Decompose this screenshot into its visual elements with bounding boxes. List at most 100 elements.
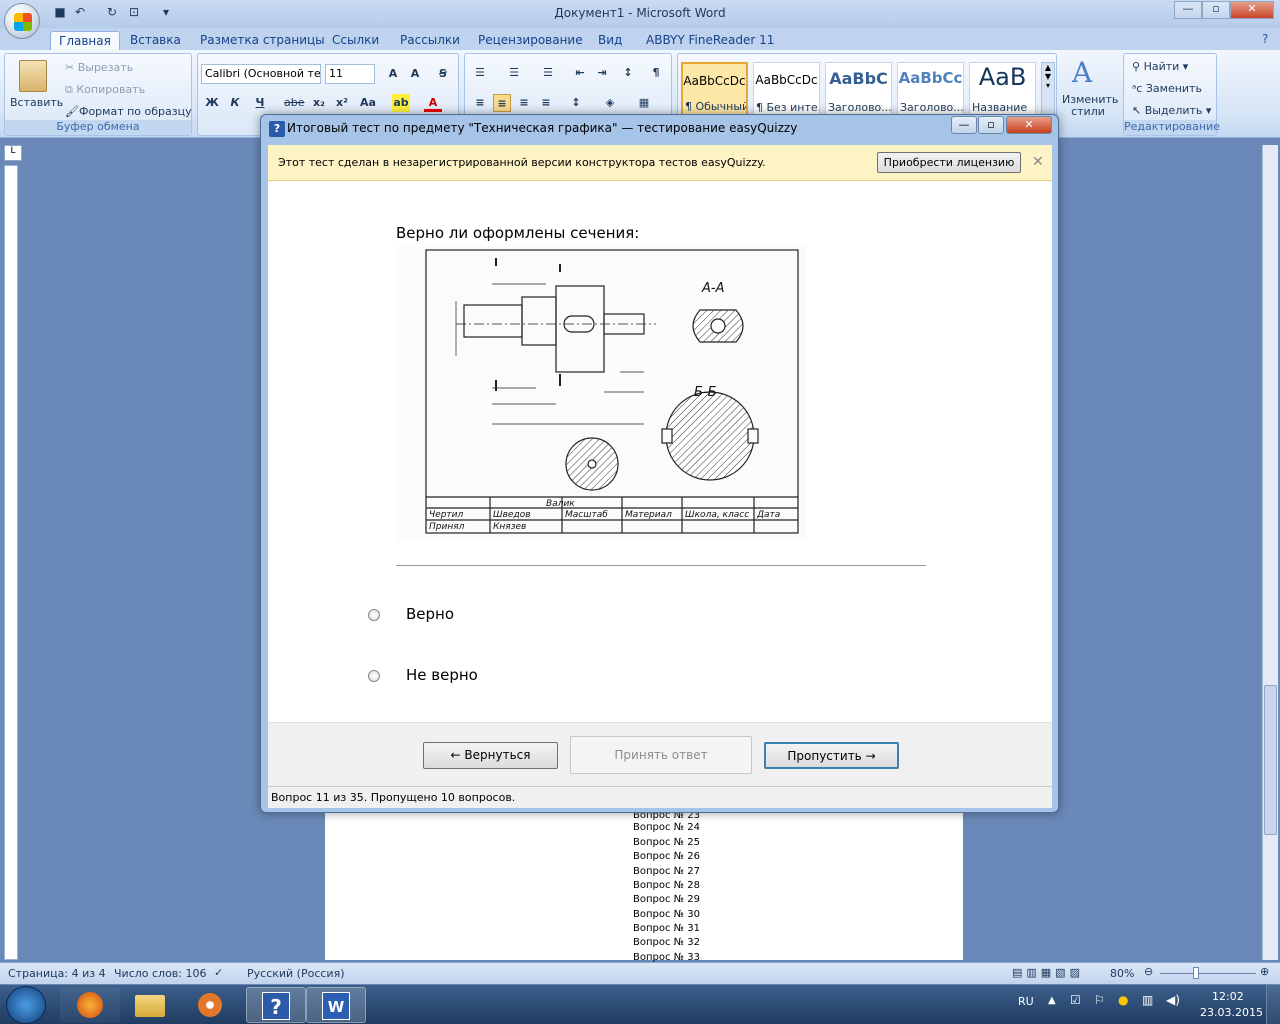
close-button[interactable]: ✕ xyxy=(1230,1,1274,19)
italic-icon[interactable]: К xyxy=(226,94,244,112)
highlight-icon[interactable]: ab xyxy=(392,94,410,112)
increase-indent-icon[interactable]: ⇥ xyxy=(593,64,611,82)
paste-button[interactable]: Вставить xyxy=(10,96,63,109)
tab-page-layout[interactable]: Разметка страницы xyxy=(192,31,333,50)
word-count[interactable]: Число слов: 106 xyxy=(114,967,207,980)
zoom-level[interactable]: 80% xyxy=(1110,967,1134,980)
accept-answer-button[interactable]: Принять ответ xyxy=(570,736,752,774)
align-left-icon[interactable]: ≡ xyxy=(471,94,489,112)
change-case-icon[interactable]: Aa xyxy=(359,94,377,112)
tab-mailings[interactable]: Рассылки xyxy=(392,31,468,50)
firefox-icon[interactable] xyxy=(60,987,120,1023)
explorer-icon[interactable] xyxy=(120,987,180,1023)
style-no-spacing[interactable]: AaBbCcDc ¶ Без инте... xyxy=(753,62,820,117)
tray-warning-icon[interactable]: ● xyxy=(1118,993,1128,1007)
tab-review[interactable]: Рецензирование xyxy=(470,31,591,50)
network-icon[interactable]: ▥ xyxy=(1142,993,1153,1007)
justify-icon[interactable]: ≡ xyxy=(537,94,555,112)
shading-icon[interactable]: ◈ xyxy=(601,94,619,112)
tab-view[interactable]: Вид xyxy=(590,31,630,50)
word-taskbar-icon[interactable]: W xyxy=(306,987,366,1023)
sort-icon[interactable]: ↕ xyxy=(619,64,637,82)
zoom-in-icon[interactable]: ⊕ xyxy=(1260,965,1269,978)
tab-references[interactable]: Ссылки xyxy=(324,31,387,50)
answer-radio-incorrect[interactable] xyxy=(368,670,380,682)
tray-app-icon[interactable]: ☑ xyxy=(1070,993,1081,1007)
strikethrough-icon[interactable]: abe xyxy=(284,94,305,112)
answer-label-incorrect[interactable]: Не верно xyxy=(406,666,478,684)
grow-font-icon[interactable]: A xyxy=(384,65,402,83)
tab-insert[interactable]: Вставка xyxy=(122,31,189,50)
clock-date[interactable]: 23.03.2015 xyxy=(1200,1006,1263,1019)
dialog-close-button[interactable]: ✕ xyxy=(1006,116,1052,134)
multilevel-list-icon[interactable]: ☰ xyxy=(539,64,557,82)
easyquizzy-taskbar-icon[interactable]: ? xyxy=(246,987,306,1023)
save-icon[interactable]: ■ xyxy=(52,5,68,21)
undo-icon[interactable]: ↶ xyxy=(72,5,88,21)
show-marks-icon[interactable]: ¶ xyxy=(647,64,665,82)
underline-icon[interactable]: Ч xyxy=(251,94,269,112)
align-center-icon[interactable]: ≡ xyxy=(493,94,511,112)
font-name-field[interactable]: Calibri (Основной те xyxy=(201,64,321,84)
replace-button[interactable]: ᵃc Заменить xyxy=(1132,82,1202,95)
bullets-icon[interactable]: ☰ xyxy=(471,64,489,82)
ruler-toggle-button[interactable]: L xyxy=(4,145,22,161)
zoom-out-icon[interactable]: ⊖ xyxy=(1144,965,1153,978)
print-preview-icon[interactable]: ⊡ xyxy=(126,5,142,21)
bold-icon[interactable]: Ж xyxy=(203,94,221,112)
decrease-indent-icon[interactable]: ⇤ xyxy=(571,64,589,82)
office-button[interactable] xyxy=(4,3,40,39)
style-title[interactable]: AaB Название xyxy=(969,62,1036,117)
back-button[interactable]: ← Вернуться xyxy=(423,742,558,769)
skip-button[interactable]: Пропустить → xyxy=(764,742,899,769)
quick-access-dropdown-icon[interactable]: ▾ xyxy=(158,5,174,21)
select-button[interactable]: ↖ Выделить ▾ xyxy=(1132,104,1211,117)
zoom-slider[interactable] xyxy=(1160,973,1256,974)
vertical-scrollbar[interactable] xyxy=(1262,145,1278,960)
change-styles-button[interactable]: A Изменить стили xyxy=(1058,54,1118,134)
shrink-font-icon[interactable]: A xyxy=(406,65,424,83)
dialog-maximize-button[interactable]: ▫ xyxy=(978,116,1004,134)
page-count[interactable]: Страница: 4 из 4 xyxy=(8,967,106,980)
notice-close-icon[interactable]: ✕ xyxy=(1032,154,1044,170)
cut-button[interactable]: ✂ Вырезать xyxy=(65,61,133,74)
dialog-minimize-button[interactable]: — xyxy=(951,116,977,134)
style-normal[interactable]: AaBbCcDc ¶ Обычный xyxy=(681,62,748,117)
find-button[interactable]: ⚲ Найти ▾ xyxy=(1132,60,1188,73)
help-icon[interactable]: ? xyxy=(1262,32,1268,46)
clear-format-icon[interactable]: Ꞩ xyxy=(434,65,452,83)
tab-home[interactable]: Главная xyxy=(50,31,120,50)
align-right-icon[interactable]: ≡ xyxy=(515,94,533,112)
font-size-field[interactable]: 11 xyxy=(325,64,375,84)
superscript-icon[interactable]: x² xyxy=(333,94,351,112)
zoom-slider-thumb[interactable] xyxy=(1193,967,1199,979)
view-buttons-icon[interactable]: ▤▥▦▧▨ xyxy=(1012,966,1084,979)
font-color-icon[interactable]: A xyxy=(424,94,442,112)
style-heading1[interactable]: AaBbC Заголово... xyxy=(825,62,892,117)
buy-license-button[interactable]: Приобрести лицензию xyxy=(877,152,1021,173)
input-language[interactable]: RU xyxy=(1018,995,1034,1008)
subscript-icon[interactable]: x₂ xyxy=(310,94,328,112)
show-desktop-button[interactable] xyxy=(1266,985,1280,1024)
format-painter-button[interactable]: 🖌Формат по образцу xyxy=(65,105,192,118)
style-heading2[interactable]: AaBbCc Заголово... xyxy=(897,62,964,117)
redo-icon[interactable]: ↻ xyxy=(104,5,120,21)
answer-radio-correct[interactable] xyxy=(368,609,380,621)
clock-time[interactable]: 12:02 xyxy=(1212,990,1244,1003)
start-button[interactable] xyxy=(6,986,46,1024)
minimize-button[interactable]: — xyxy=(1174,1,1202,19)
maximize-button[interactable]: ▫ xyxy=(1202,1,1230,19)
tab-abbyy[interactable]: ABBYY FineReader 11 xyxy=(638,31,782,50)
borders-icon[interactable]: ▦ xyxy=(635,94,653,112)
media-player-icon[interactable] xyxy=(180,987,240,1023)
language-status[interactable]: Русский (Россия) xyxy=(247,967,345,980)
line-spacing-icon[interactable]: ↕ xyxy=(567,94,585,112)
answer-label-correct[interactable]: Верно xyxy=(406,605,454,623)
spellcheck-icon[interactable]: ✓ xyxy=(214,966,223,979)
numbering-icon[interactable]: ☰ xyxy=(505,64,523,82)
tray-security-icon[interactable]: ⚐ xyxy=(1094,993,1105,1007)
tray-expand-icon[interactable]: ▲ xyxy=(1048,995,1056,1006)
scrollbar-thumb[interactable] xyxy=(1264,685,1277,835)
styles-scroll[interactable]: ▲ ▼ ▾ xyxy=(1041,62,1055,117)
volume-icon[interactable]: ◀) xyxy=(1166,993,1180,1007)
